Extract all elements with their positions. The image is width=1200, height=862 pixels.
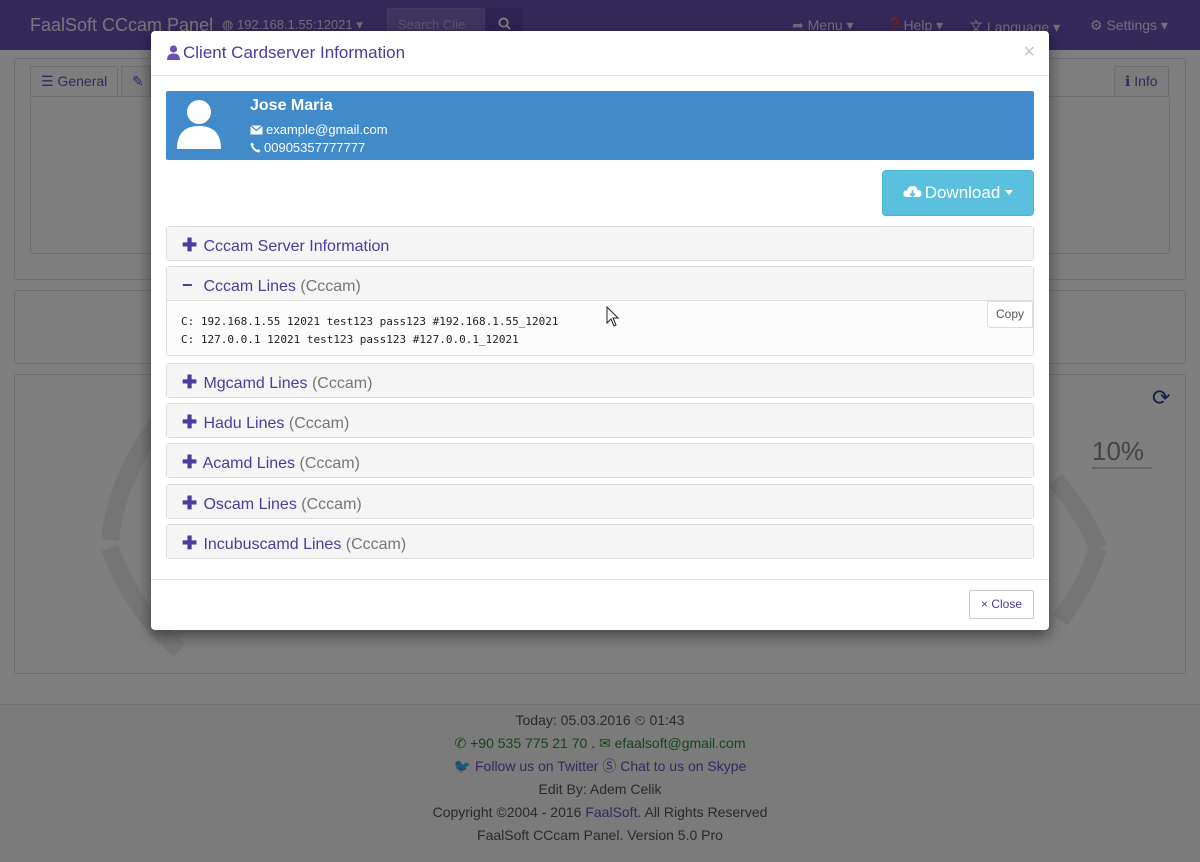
accordion-mgcamd-lines: ✚ Mgcamd Lines (Cccam) (166, 363, 1034, 398)
accordion-oscam-lines: ✚ Oscam Lines (Cccam) (166, 484, 1034, 519)
plus-icon: ✚ (182, 372, 198, 392)
close-icon[interactable]: × (1023, 42, 1035, 62)
plus-icon: ✚ (182, 412, 198, 432)
avatar-icon (177, 100, 221, 149)
plus-icon: ✚ (182, 493, 198, 513)
plus-icon: ✚ (182, 235, 198, 255)
caret-down-icon (1005, 190, 1014, 195)
cloud-download-icon (903, 186, 922, 198)
mouse-cursor-icon (606, 306, 620, 327)
accordion-header[interactable]: ✚ Acamd Lines (Cccam) (167, 444, 1033, 477)
phone-icon (250, 142, 261, 153)
accordion-cccam-server-info: ✚ Cccam Server Information (166, 226, 1034, 261)
accordion-header[interactable]: − Cccam Lines (Cccam) (167, 267, 1033, 300)
cccam-lines-content: C: 192.168.1.55 12021 test123 pass123 #1… (167, 300, 1033, 355)
client-name: Jose Maria (250, 97, 333, 114)
plus-icon: ✚ (182, 452, 198, 472)
accordion-header[interactable]: ✚ Hadu Lines (Cccam) (167, 404, 1033, 437)
user-icon (167, 45, 180, 60)
accordion-header[interactable]: ✚ Mgcamd Lines (Cccam) (167, 364, 1033, 397)
copy-button[interactable]: Copy (987, 301, 1033, 328)
close-button[interactable]: × Close (969, 590, 1034, 619)
accordion-incubuscamd-lines: ✚ Incubuscamd Lines (Cccam) (166, 524, 1034, 559)
minus-icon: − (182, 275, 193, 295)
client-info-modal: Client Cardserver Information × Jose Mar… (151, 31, 1049, 630)
accordion-header[interactable]: ✚ Incubuscamd Lines (Cccam) (167, 525, 1033, 558)
modal-title: Client Cardserver Information (167, 43, 405, 62)
accordion-header[interactable]: ✚ Cccam Server Information (167, 227, 1033, 260)
envelope-icon (250, 125, 263, 135)
cccam-line: C: 127.0.0.1 12021 test123 pass123 #127.… (181, 333, 519, 346)
download-dropdown-button[interactable]: Download (882, 170, 1034, 216)
cccam-line: C: 192.168.1.55 12021 test123 pass123 #1… (181, 315, 559, 328)
client-email: example@gmail.com (250, 122, 388, 137)
plus-icon: ✚ (182, 533, 198, 553)
modal-header: Client Cardserver Information × (151, 31, 1049, 76)
accordion-acamd-lines: ✚ Acamd Lines (Cccam) (166, 443, 1034, 478)
modal-footer: × Close (151, 579, 1049, 630)
client-profile-card: Jose Maria example@gmail.com 00905357777… (166, 91, 1034, 160)
accordion-hadu-lines: ✚ Hadu Lines (Cccam) (166, 403, 1034, 438)
accordion-cccam-lines: − Cccam Lines (Cccam) C: 192.168.1.55 12… (166, 266, 1034, 356)
accordion-header[interactable]: ✚ Oscam Lines (Cccam) (167, 485, 1033, 518)
client-phone: 00905357777777 (250, 140, 365, 155)
